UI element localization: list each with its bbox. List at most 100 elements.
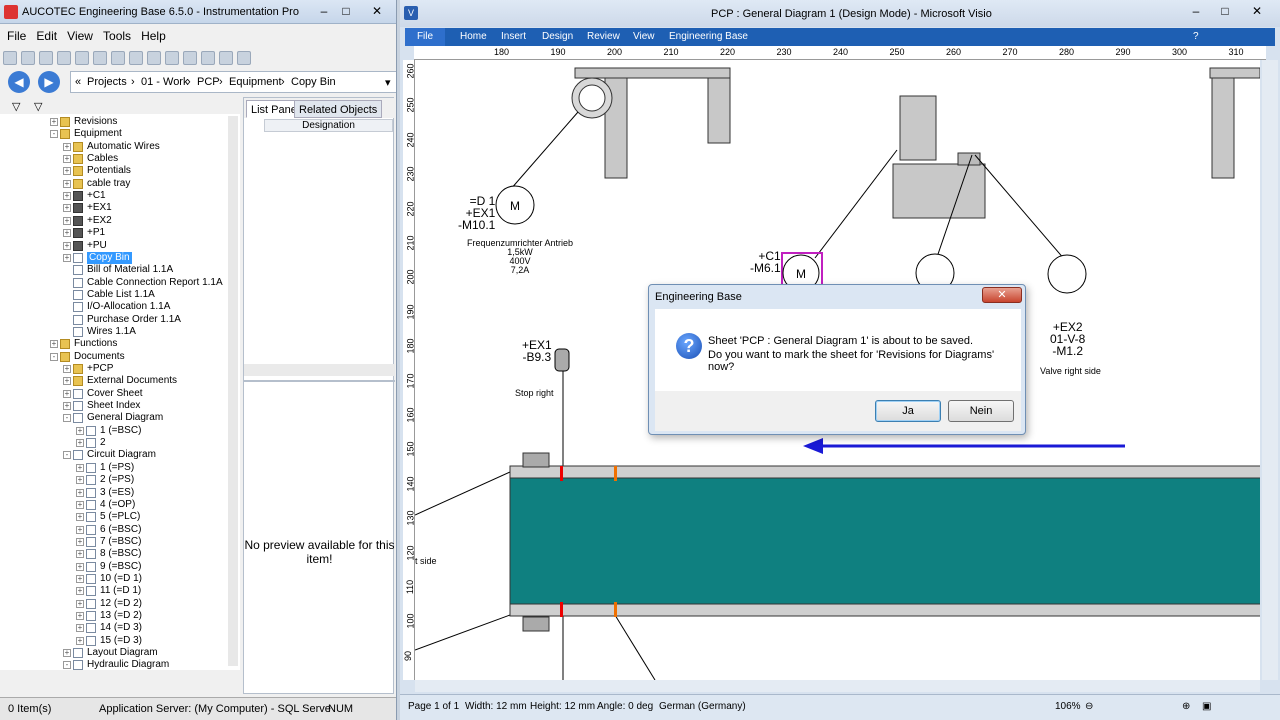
crumb-pcp[interactable]: PCP (197, 76, 220, 88)
tree-item[interactable]: - Hydraulic Diagram (0, 659, 226, 670)
tree-item[interactable]: + Potentials (0, 165, 226, 177)
tree-item[interactable]: +4 (=OP) (0, 499, 226, 511)
tree-item[interactable]: +2 (=PS) (0, 474, 226, 486)
tree-item[interactable]: + Functions (0, 338, 226, 350)
tree-item[interactable]: +3 (=ES) (0, 487, 226, 499)
filter-advanced-icon[interactable]: ▽ (34, 100, 42, 113)
tree-item[interactable]: +1 (=BSC) (0, 425, 226, 437)
collapse-icon[interactable]: - (63, 414, 71, 423)
tree-item[interactable]: + External Documents (0, 375, 226, 387)
crumb-copybin[interactable]: Copy Bin (291, 76, 336, 88)
collapse-icon[interactable]: - (63, 451, 71, 460)
expand-icon[interactable]: + (76, 500, 84, 509)
expand-icon[interactable]: + (63, 179, 71, 188)
expand-icon[interactable]: + (76, 439, 84, 448)
expand-icon[interactable]: + (50, 340, 58, 349)
tab-review[interactable]: Review (587, 31, 620, 42)
expand-icon[interactable]: + (63, 192, 71, 201)
tree-item[interactable]: Purchase Order 1.1A (0, 314, 226, 326)
tree-item[interactable]: +9 (=BSC) (0, 561, 226, 573)
expand-icon[interactable]: + (50, 118, 58, 126)
tree-item[interactable]: + Layout Diagram (0, 647, 226, 659)
undo-icon[interactable] (111, 51, 125, 65)
tree-item[interactable]: +14 (=D 3) (0, 622, 226, 634)
expand-icon[interactable]: + (63, 155, 71, 164)
column-designation[interactable]: Designation (264, 119, 393, 132)
tab-related-objects[interactable]: Related Objects (294, 100, 383, 118)
menu-file[interactable]: File (7, 26, 26, 46)
expand-icon[interactable]: + (63, 377, 71, 386)
expand-icon[interactable]: + (63, 649, 71, 658)
crumb-work[interactable]: 01 - Work (141, 76, 188, 88)
back-icon[interactable]: ◀ (8, 71, 30, 93)
tree-item[interactable]: + Revisions (0, 116, 226, 128)
expand-icon[interactable]: + (76, 599, 84, 608)
tree-item[interactable]: + cable tray (0, 178, 226, 190)
tab-home[interactable]: Home (460, 31, 487, 42)
tree-item[interactable]: +6 (=BSC) (0, 524, 226, 536)
tab-view[interactable]: View (633, 31, 655, 42)
expand-icon[interactable]: + (63, 389, 71, 398)
tree-item[interactable]: - Equipment (0, 128, 226, 140)
collapse-icon[interactable]: - (63, 661, 71, 670)
tree-item[interactable]: + +EX1 (0, 202, 226, 214)
tree-item[interactable]: +11 (=D 1) (0, 585, 226, 597)
tree-item[interactable]: +8 (=BSC) (0, 548, 226, 560)
expand-icon[interactable]: + (76, 488, 84, 497)
new-icon[interactable] (3, 51, 17, 65)
expand-icon[interactable]: + (76, 624, 84, 633)
canvas-hscrollbar[interactable] (415, 680, 1260, 692)
delete-icon[interactable] (21, 51, 35, 65)
expand-icon[interactable]: + (76, 537, 84, 546)
paste-icon[interactable] (93, 51, 107, 65)
tree-item[interactable]: + +PU (0, 240, 226, 252)
tree-item[interactable]: +15 (=D 3) (0, 635, 226, 647)
tree-item[interactable]: - Circuit Diagram (0, 449, 226, 461)
tree-item[interactable]: + Sheet Index (0, 400, 226, 412)
expand-icon[interactable]: + (76, 476, 84, 485)
tree-item[interactable]: + Cables (0, 153, 226, 165)
tab-engineering-base[interactable]: Engineering Base (669, 31, 748, 42)
expand-icon[interactable]: + (76, 513, 84, 522)
expand-icon[interactable]: + (76, 525, 84, 534)
tree-item[interactable]: +1 (=PS) (0, 462, 226, 474)
tree-item[interactable]: +12 (=D 2) (0, 598, 226, 610)
crumb-projects[interactable]: Projects (87, 76, 127, 88)
expand-icon[interactable]: + (63, 204, 71, 213)
menu-view[interactable]: View (67, 26, 93, 46)
tree-item[interactable]: I/O-Allocation 1.1A (0, 301, 226, 313)
tree-item[interactable]: Cable List 1.1A (0, 289, 226, 301)
tree-item[interactable]: + +PCP (0, 363, 226, 375)
help-icon[interactable]: ? (1193, 31, 1199, 42)
pane-splitter[interactable] (244, 380, 395, 382)
expand-icon[interactable]: + (63, 253, 71, 262)
open-icon[interactable] (39, 51, 53, 65)
tree-item[interactable]: +13 (=D 2) (0, 610, 226, 622)
close-button[interactable]: ✕ (364, 2, 390, 20)
expand-icon[interactable]: + (63, 402, 71, 411)
expand-icon[interactable]: + (76, 463, 84, 472)
tree-item[interactable]: +7 (=BSC) (0, 536, 226, 548)
copy-icon[interactable] (57, 51, 71, 65)
expand-icon[interactable]: + (63, 241, 71, 250)
zoom-in-icon[interactable]: ⊕ (1182, 701, 1190, 712)
tree-item[interactable]: + Copy Bin (0, 251, 226, 264)
visio-close-button[interactable]: ✕ (1244, 2, 1270, 20)
status-page[interactable]: Page 1 of 1 (408, 701, 459, 712)
tree-item[interactable]: + +P1 (0, 227, 226, 239)
tree-scrollbar[interactable] (228, 116, 238, 666)
tree-item[interactable]: + +EX2 (0, 215, 226, 227)
find-icon[interactable] (129, 51, 143, 65)
expand-icon[interactable]: + (63, 216, 71, 225)
expand-icon[interactable]: + (76, 550, 84, 559)
tree-item[interactable]: Cable Connection Report 1.1A (0, 277, 226, 289)
visio-maximize-button[interactable]: □ (1212, 2, 1238, 20)
tab-file[interactable]: File (405, 28, 445, 46)
refresh-icon[interactable] (237, 51, 251, 65)
tree-item[interactable]: + Cover Sheet (0, 388, 226, 400)
layout-icon[interactable] (165, 51, 179, 65)
tree-item[interactable]: +2 (0, 437, 226, 449)
cut-icon[interactable] (75, 51, 89, 65)
maximize-button[interactable]: □ (333, 2, 359, 20)
breadcrumb[interactable]: « Projects › 01 - Work › PCP › Equipment… (70, 71, 396, 93)
